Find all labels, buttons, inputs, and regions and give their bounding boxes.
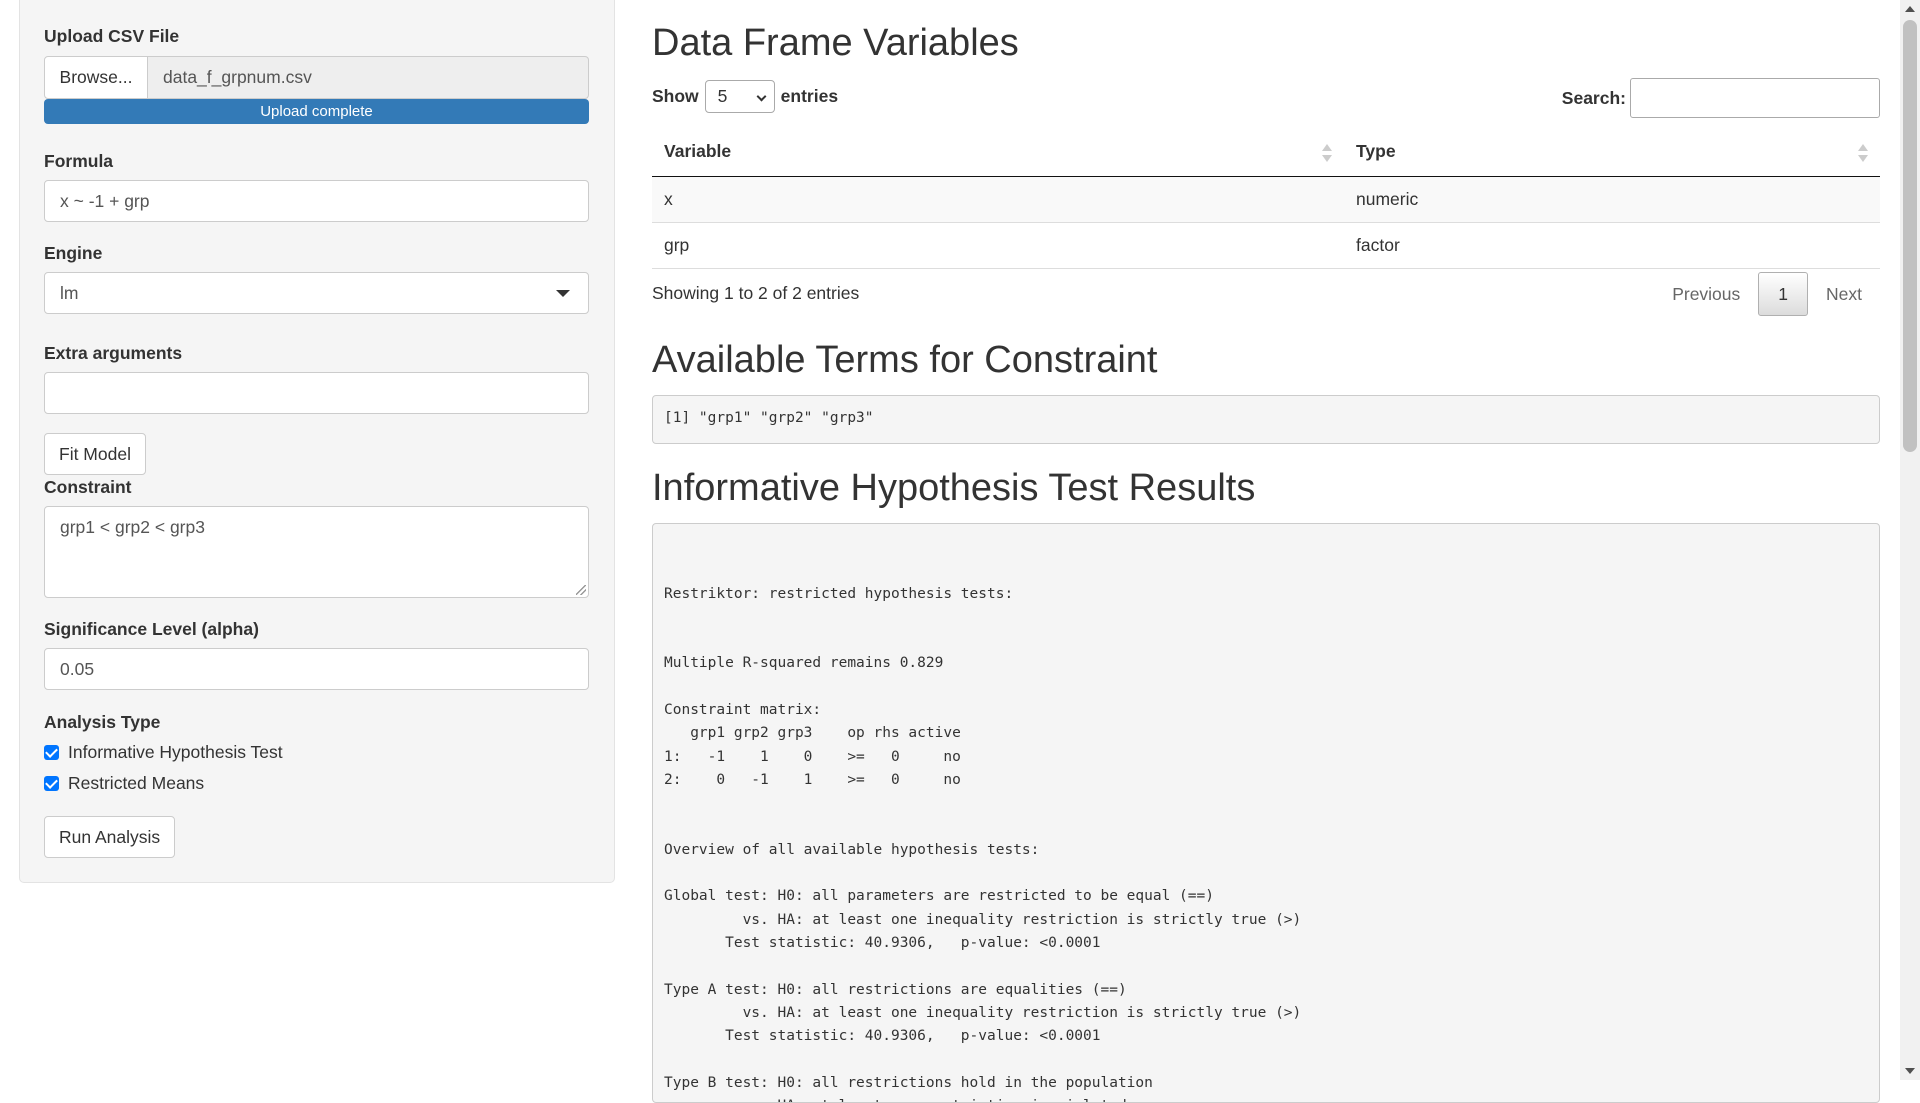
terms-title: Available Terms for Constraint [652,339,1158,381]
checkbox-checked-icon[interactable] [44,745,59,760]
engine-selected-value: lm [60,283,79,303]
sidebar-panel: Upload CSV File Browse... data_f_grpnum.… [19,0,615,883]
constraint-text: grp1 < grp2 < grp3 [60,517,205,537]
column-header-label: Type [1356,141,1396,162]
checkbox-checked-icon[interactable] [44,776,59,791]
chevron-down-icon [756,91,767,102]
upload-label: Upload CSV File [44,26,180,46]
checkbox-informative-test[interactable]: Informative Hypothesis Test [44,742,283,763]
upload-progress-bar: Upload complete [44,99,589,124]
upload-progress-fill: Upload complete [44,99,589,124]
terms-output: [1] "grp1" "grp2" "grp3" [652,395,1880,444]
page-scrollbar[interactable] [1900,0,1920,1080]
constraint-label: Constraint [44,477,132,497]
search-label: Search: [1561,87,1626,108]
fit-model-button[interactable]: Fit Model [44,433,146,475]
sort-icon [1322,142,1332,164]
resize-grip-icon[interactable] [576,585,586,595]
alpha-input[interactable]: 0.05 [44,648,589,690]
scroll-down-arrow-icon[interactable] [1905,1068,1915,1074]
analysis-type-label: Analysis Type [44,712,161,732]
file-upload-group: Browse... data_f_grpnum.csv [44,56,589,99]
checkbox-label: Informative Hypothesis Test [68,742,283,762]
table-row[interactable]: grp factor [652,222,1880,269]
engine-label: Engine [44,243,103,263]
column-header-label: Variable [664,141,732,162]
show-label: Show [652,86,699,106]
main-panel: Data Frame Variables Show 5 entries Sear… [652,0,1880,1103]
scroll-up-arrow-icon[interactable] [1905,6,1915,12]
table-cell: x [652,176,1344,223]
entries-select[interactable]: 5 [704,80,775,113]
pagination: Previous 1 Next [1654,272,1880,316]
current-page-button[interactable]: 1 [1758,272,1809,316]
previous-page-button[interactable]: Previous [1654,272,1758,316]
entries-length-control: Show 5 entries [652,80,838,113]
variables-table: Variable Type x numeric grp factor [652,128,1880,269]
table-info: Showing 1 to 2 of 2 entries [652,283,860,303]
column-header-type[interactable]: Type [1344,128,1880,177]
engine-select[interactable]: lm [44,272,589,314]
run-analysis-button[interactable]: Run Analysis [44,816,176,858]
entries-label: entries [780,86,839,106]
checkbox-restricted-means[interactable]: Restricted Means [44,773,204,794]
results-title: Informative Hypothesis Test Results [652,467,1256,509]
next-page-button[interactable]: Next [1808,272,1880,316]
table-cell: grp [652,222,1344,269]
scrollbar-thumb[interactable] [1903,20,1917,452]
search-input[interactable] [1630,78,1880,118]
table-header-row: Variable Type [652,128,1880,177]
entries-selected-value: 5 [717,86,728,106]
browse-button[interactable]: Browse... [44,56,148,99]
table-row[interactable]: x numeric [652,176,1880,223]
results-output: Restriktor: restricted hypothesis tests:… [652,523,1880,1103]
alpha-label: Significance Level (alpha) [44,619,259,639]
sort-icon [1858,142,1868,164]
formula-input[interactable]: x ~ -1 + grp [44,180,589,222]
table-cell: numeric [1344,176,1880,223]
checkbox-label: Restricted Means [68,773,205,793]
table-cell: factor [1344,222,1880,269]
caret-down-icon [556,290,570,297]
column-header-variable[interactable]: Variable [652,128,1344,177]
df-variables-title: Data Frame Variables [652,22,1019,64]
file-name-field: data_f_grpnum.csv [148,56,589,99]
formula-label: Formula [44,151,114,171]
constraint-textarea[interactable]: grp1 < grp2 < grp3 [44,506,589,598]
extra-args-input[interactable] [44,372,589,414]
table-search: Search: [1562,78,1880,118]
extra-args-label: Extra arguments [44,343,183,363]
